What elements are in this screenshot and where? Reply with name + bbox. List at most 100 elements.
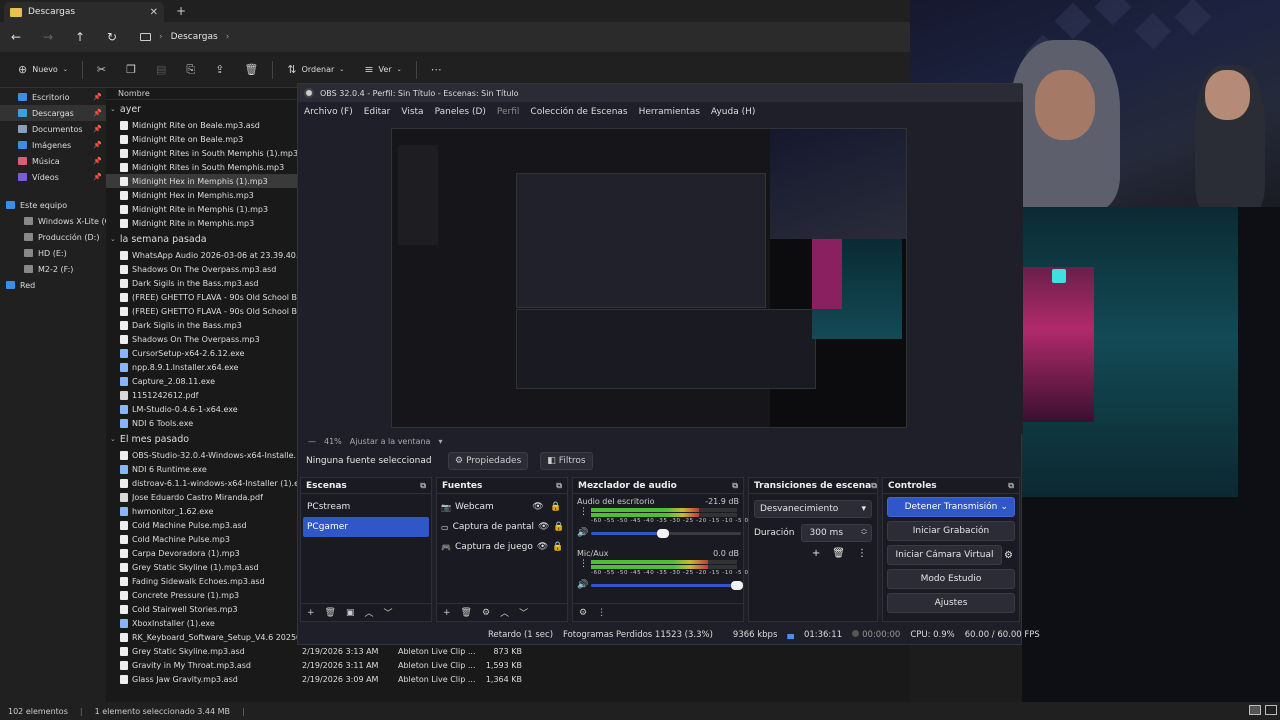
menu-item[interactable]: Perfil [497, 107, 520, 117]
view-button[interactable]: ≡ Ver ⌄ [354, 58, 411, 82]
sort-button[interactable]: ⇅ Ordenar ⌄ [277, 58, 354, 82]
sidebar-item[interactable]: Descargas 📌 [0, 105, 106, 121]
file-row[interactable]: Grey Static Skyline.mp3.asd 2/19/2026 3:1… [106, 644, 910, 658]
pin-icon[interactable]: 📌 [93, 109, 102, 117]
pin-icon[interactable]: 📌 [93, 173, 102, 181]
rename-button[interactable]: ⎘ [176, 58, 205, 82]
menu-item[interactable]: Editar [364, 107, 391, 117]
scene-item[interactable]: PCgamer [303, 517, 429, 537]
cut-button[interactable]: ✂ [87, 58, 116, 82]
breadcrumb[interactable]: › Descargas › [140, 32, 229, 42]
refresh-icon[interactable]: ↻ [96, 30, 128, 44]
volume-knob[interactable] [656, 529, 669, 538]
visibility-eye-icon[interactable]: 👁 [538, 522, 549, 532]
breadcrumb-descargas[interactable]: Descargas [171, 32, 218, 42]
menu-item[interactable]: Archivo (F) [304, 107, 353, 117]
pin-icon[interactable]: 📌 [93, 141, 102, 149]
tiles-view-icon[interactable] [1265, 705, 1277, 715]
source-settings-icon[interactable]: ⚙ [482, 608, 490, 618]
explorer-tab[interactable]: Descargas ✕ [4, 2, 164, 22]
source-item[interactable]: 📷 Webcam 👁 🔒 [437, 497, 567, 517]
mixer-menu-icon[interactable]: ⋮ [597, 608, 606, 618]
volume-knob[interactable] [731, 581, 743, 590]
filters-button[interactable]: ◧ Filtros [540, 452, 593, 470]
file-row[interactable]: Glass Jaw Gravity.mp3.asd 2/19/2026 3:09 … [106, 672, 910, 686]
pin-icon[interactable]: 📌 [93, 125, 102, 133]
share-button[interactable]: ⇪ [205, 58, 234, 82]
remove-transition-icon[interactable]: 🗑 [832, 548, 845, 559]
sidebar-item[interactable]: Imágenes 📌 [0, 137, 106, 153]
speaker-icon[interactable]: 🔊 [577, 580, 588, 590]
fit-window-dropdown[interactable]: Ajustar a la ventana [350, 437, 431, 446]
sidebar-item[interactable]: M2-2 (F:) [0, 261, 106, 277]
back-arrow-icon[interactable]: ← [0, 30, 32, 44]
move-up-icon[interactable]: ︿ [500, 606, 509, 619]
up-arrow-icon[interactable]: ↑ [64, 30, 96, 44]
move-down-icon[interactable]: ﹀ [519, 606, 528, 619]
paste-button[interactable]: ▤ [146, 58, 176, 82]
forward-arrow-icon[interactable]: → [32, 30, 64, 44]
zoom-level[interactable]: 41% [324, 437, 342, 446]
lock-icon[interactable]: 🔒 [549, 502, 563, 512]
lock-icon[interactable]: 🔒 [553, 522, 564, 532]
pin-icon[interactable]: 📌 [93, 157, 102, 165]
volume-slider[interactable] [591, 529, 741, 538]
lock-icon[interactable]: 🔒 [552, 542, 563, 552]
settings-button[interactable]: Ajustes [887, 593, 1015, 613]
undock-icon[interactable]: ⧉ [556, 481, 562, 491]
studio-mode-button[interactable]: Modo Estudio [887, 569, 1015, 589]
chevron-down-icon[interactable]: ▾ [438, 437, 442, 446]
transition-select[interactable]: Desvanecimiento ▾ [754, 500, 872, 518]
new-tab-icon[interactable]: + [176, 4, 186, 18]
duration-spinbox[interactable]: 300 ms ︿ ﹀ [800, 524, 872, 542]
sidebar-item[interactable]: Windows X-Lite (C: [0, 213, 113, 229]
volume-slider[interactable] [591, 581, 743, 590]
remove-source-icon[interactable]: 🗑 [461, 608, 472, 618]
sidebar-item[interactable]: Música 📌 [0, 153, 106, 169]
obs-preview-canvas[interactable] [391, 128, 907, 428]
remove-scene-icon[interactable]: 🗑 [325, 608, 336, 618]
start-recording-button[interactable]: Iniciar Grabación [887, 521, 1015, 541]
menu-item[interactable]: Paneles (D) [435, 107, 486, 117]
undock-icon[interactable]: ⧉ [732, 481, 738, 491]
move-up-icon[interactable]: ︿ [365, 606, 374, 619]
channel-menu-icon[interactable]: ⋮ [579, 559, 588, 569]
sidebar-item[interactable]: Vídeos 📌 [0, 169, 106, 185]
scene-filters-icon[interactable]: ▣ [346, 608, 355, 618]
sidebar-item[interactable]: Este equipo [0, 197, 106, 213]
sidebar-item[interactable]: Escritorio 📌 [0, 89, 106, 105]
speaker-icon[interactable]: 🔊 [577, 528, 588, 538]
transition-menu-icon[interactable]: ⋮ [857, 548, 867, 559]
spin-arrows-icon[interactable]: ︿ ﹀ [861, 527, 867, 539]
details-view-icon[interactable] [1249, 705, 1261, 715]
sidebar-item[interactable]: HD (E:) [0, 245, 106, 261]
undock-icon[interactable]: ⧉ [1008, 481, 1014, 491]
undock-icon[interactable]: ⧉ [420, 481, 426, 491]
pin-icon[interactable]: 📌 [93, 93, 102, 101]
menu-item[interactable]: Herramientas [639, 107, 700, 117]
start-virtual-camera-button[interactable]: Iniciar Cámara Virtual [887, 545, 1003, 565]
add-source-icon[interactable]: + [443, 608, 451, 618]
delete-button[interactable]: 🗑 [234, 58, 268, 82]
channel-menu-icon[interactable]: ⋮ [579, 507, 588, 517]
menu-item[interactable]: Vista [401, 107, 423, 117]
chevron-down-icon[interactable]: ⌄ [1000, 502, 1008, 512]
copy-button[interactable]: ❐ [116, 58, 146, 82]
properties-button[interactable]: ⚙ Propiedades [448, 452, 529, 470]
menu-item[interactable]: Ayuda (H) [711, 107, 755, 117]
virtual-camera-settings-icon[interactable]: ⚙ [1004, 550, 1013, 561]
add-transition-icon[interactable]: + [812, 548, 820, 559]
sidebar-item[interactable]: Producción (D:) [0, 229, 106, 245]
move-down-icon[interactable]: ﹀ [384, 606, 393, 619]
source-item[interactable]: 🎮 Captura de juego 👁 🔒 [437, 537, 567, 557]
advanced-audio-icon[interactable]: ⚙ [579, 608, 587, 618]
scene-item[interactable]: PCstream [303, 497, 429, 517]
more-options-button[interactable]: ⋯ [421, 58, 452, 82]
new-button[interactable]: ⊕ Nuevo ⌄ [8, 58, 78, 82]
menu-item[interactable]: Colección de Escenas [530, 107, 627, 117]
visibility-eye-icon[interactable]: 👁 [537, 542, 548, 552]
undock-icon[interactable]: ⧉ [871, 481, 877, 491]
add-scene-icon[interactable]: + [307, 608, 315, 618]
file-row[interactable]: Gravity in My Throat.mp3.asd 2/19/2026 3:… [106, 658, 910, 672]
close-tab-icon[interactable]: ✕ [150, 7, 158, 18]
